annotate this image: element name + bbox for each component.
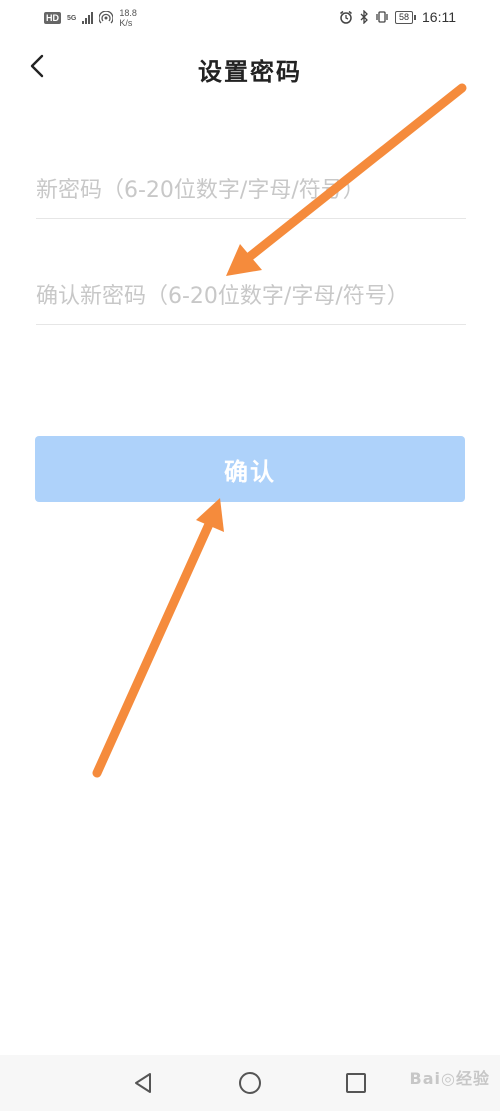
new-password-field <box>36 170 466 219</box>
confirm-password-field <box>36 276 466 325</box>
status-bar: HD 5G 18.8 K/s 58 16:11 <box>0 0 500 36</box>
page-title: 设置密码 <box>198 58 302 86</box>
battery-icon: 58 <box>394 10 416 24</box>
confirm-password-input[interactable] <box>36 276 466 316</box>
system-navigation-bar: Bai◎经验 <box>0 1055 500 1111</box>
square-recents-icon <box>346 1073 366 1093</box>
confirm-button[interactable]: 确认 <box>35 436 465 502</box>
triangle-back-icon <box>135 1073 151 1093</box>
vibrate-icon <box>376 11 388 23</box>
baidu-jingyan-watermark: Bai◎经验 <box>409 1069 490 1088</box>
status-bar-right: 58 16:11 <box>339 9 456 25</box>
alarm-icon <box>340 10 352 24</box>
signal-icon <box>82 12 94 24</box>
app-header: 设置密码 <box>0 40 500 94</box>
hotspot-icon <box>99 11 114 24</box>
circle-home-icon <box>239 1072 261 1094</box>
annotation-overlay <box>92 83 467 778</box>
status-bar-left: HD 5G 18.8 K/s <box>44 8 137 28</box>
arrow-annotation-lower <box>92 498 224 778</box>
network-type-label: 5G <box>67 14 77 22</box>
new-password-input[interactable] <box>36 170 466 210</box>
nav-back-button[interactable] <box>130 1069 158 1097</box>
speed-value: 18.8 <box>119 8 137 18</box>
speed-unit: K/s <box>119 18 133 28</box>
bluetooth-icon <box>360 10 368 24</box>
nav-home-button[interactable] <box>236 1069 264 1097</box>
nav-recents-button[interactable] <box>342 1069 370 1097</box>
hd-badge: HD <box>44 12 61 24</box>
status-time: 16:11 <box>422 9 456 25</box>
battery-level: 58 <box>394 10 413 24</box>
network-speed: 18.8 K/s <box>119 8 137 28</box>
